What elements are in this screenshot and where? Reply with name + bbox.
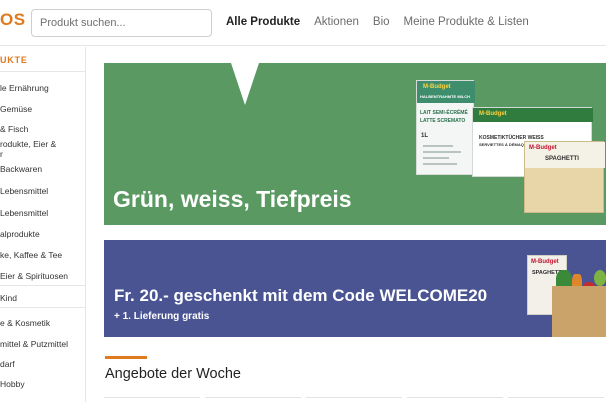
sidebar-item-body-care-cosmetics[interactable]: e & Kosmetik — [0, 318, 50, 328]
sidebar-item-dairy-eggs-cont[interactable]: r — [0, 149, 3, 159]
sidebar-item-household[interactable]: darf — [0, 359, 15, 369]
sidebar-item-regional-products[interactable]: alprodukte — [0, 229, 40, 239]
sidebar-item-beer-spirits[interactable]: Eier & Spirituosen — [0, 271, 68, 281]
sidebar-item-dairy-eggs[interactable]: rodukte, Eier & — [0, 139, 56, 149]
sidebar-item-baby-kids[interactable]: Kind — [0, 293, 17, 303]
sidebar-item-drinks-coffee-tea[interactable]: ke, Kaffee & Tee — [0, 250, 62, 260]
top-header: OS Alle Produkte Aktionen Bio Meine Prod… — [0, 0, 606, 46]
offer-card[interactable] — [104, 397, 200, 402]
milk-text: LATTE SCREMATO — [420, 118, 466, 124]
sidebar-title-divider — [0, 71, 85, 72]
pepper-image — [594, 270, 606, 286]
sidebar-item-bakery[interactable]: Backwaren — [0, 164, 42, 174]
sidebar-item-meat-fish[interactable]: & Fisch — [0, 124, 28, 134]
section-accent-bar — [105, 356, 147, 359]
paper-bag-image — [552, 286, 606, 337]
banner-headline: Grün, weiss, Tiefpreis — [113, 186, 352, 212]
promo-banner-welcome[interactable]: M-Budget SPAGHETTI Fr. 20.- geschenkt mi… — [104, 240, 606, 337]
sidebar-item-detergents-cleaning[interactable]: mittel & Putzmittel — [0, 339, 68, 349]
section-title-weekly-offers: Angebote der Woche — [105, 366, 241, 382]
sidebar-item-food-1[interactable]: Lebensmittel — [0, 186, 48, 196]
milk-text: LAIT SEMI-ÉCRÉMÉ — [420, 110, 468, 116]
nav-my-products-lists[interactable]: Meine Produkte & Listen — [404, 16, 529, 28]
nav-organic[interactable]: Bio — [373, 16, 390, 28]
offers-cards-row — [104, 397, 606, 402]
sidebar-item-food-2[interactable]: Lebensmittel — [0, 208, 48, 218]
brand-logo: M-Budget — [531, 259, 559, 265]
product-search-input[interactable] — [31, 9, 212, 37]
spaghetti-text: SPAGHETTI — [545, 156, 579, 162]
brand-logo: M-Budget — [423, 84, 451, 90]
brand-logo: M-Budget — [479, 111, 507, 117]
offer-card[interactable] — [306, 397, 402, 402]
category-sidebar: UKTE le Ernährung Gemüse & Fisch rodukte… — [0, 47, 86, 402]
milk-carton-image: M-Budget HALBENTRAHMTE MILCH LAIT SEMI-É… — [416, 80, 475, 175]
nav-all-products[interactable]: Alle Produkte — [226, 16, 300, 28]
main-nav: Alle Produkte Aktionen Bio Meine Produkt… — [226, 16, 543, 28]
sidebar-item-vegetables[interactable]: Gemüse — [0, 104, 32, 114]
nav-promotions[interactable]: Aktionen — [314, 16, 359, 28]
sidebar-divider — [0, 285, 85, 286]
banner-subline: + 1. Lieferung gratis — [114, 311, 210, 322]
site-logo[interactable]: OS — [0, 10, 26, 30]
sidebar-item-nutrition[interactable]: le Ernährung — [0, 83, 49, 93]
sidebar-item-hobby[interactable]: Hobby — [0, 379, 25, 389]
sidebar-title: UKTE — [0, 55, 28, 65]
offer-card[interactable] — [205, 397, 301, 402]
banner-headline: Fr. 20.- geschenkt mit dem Code WELCOME2… — [114, 286, 488, 305]
milk-text: HALBENTRAHMTE MILCH — [420, 94, 470, 99]
brand-logo: M-Budget — [529, 145, 557, 151]
spaghetti-pack-image: M-Budget SPAGHETTI — [524, 141, 605, 213]
promo-banner-green[interactable]: M-Budget HALBENTRAHMTE MILCH LAIT SEMI-É… — [104, 63, 606, 225]
offer-card[interactable] — [508, 397, 604, 402]
banner-notch — [231, 63, 259, 105]
sidebar-divider — [0, 307, 85, 308]
offer-card[interactable] — [407, 397, 503, 402]
milk-volume: 1L — [421, 133, 429, 139]
